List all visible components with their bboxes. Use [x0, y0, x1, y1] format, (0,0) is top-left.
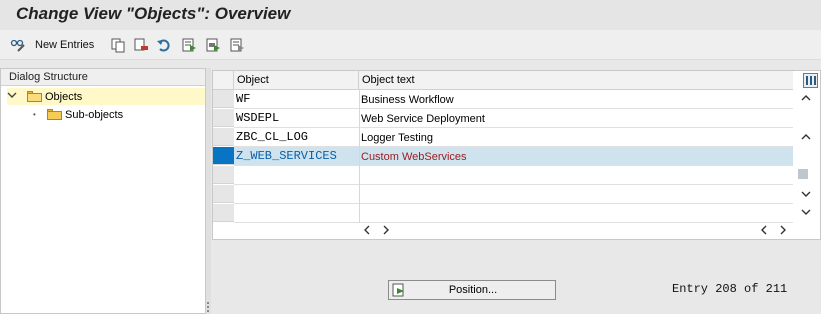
column-scroll-arrows-right[interactable] — [760, 224, 790, 238]
scroll-thumb[interactable] — [798, 169, 808, 179]
deselect-all-button[interactable] — [229, 36, 245, 54]
select-all-icon — [181, 37, 197, 53]
cell-object: Z_WEB_SERVICES — [236, 149, 337, 163]
copy-icon — [110, 37, 126, 53]
row-selector[interactable] — [213, 90, 234, 108]
cell-object: WSDEPL — [236, 111, 280, 125]
table-row[interactable]: WF Business Workflow — [234, 90, 794, 109]
grip-dot — [207, 306, 209, 308]
cell-object-text: Web Service Deployment — [361, 113, 485, 125]
tree-item-label: Sub-objects — [65, 108, 124, 121]
delete-icon — [133, 37, 149, 53]
folder-icon — [47, 109, 62, 120]
position-button[interactable]: Position... — [388, 280, 556, 300]
tree-item-objects[interactable]: Objects — [7, 88, 205, 105]
row-selector[interactable] — [213, 109, 234, 127]
row-selector[interactable] — [213, 166, 234, 184]
grip-dot — [207, 310, 209, 312]
column-header-object-text[interactable]: Object text — [359, 71, 794, 90]
copy-button[interactable] — [110, 36, 126, 54]
cell-object-text: Logger Testing — [361, 132, 433, 144]
row-selector[interactable] — [213, 185, 234, 203]
dialog-structure-panel: Dialog Structure Objects • Sub-objects — [0, 68, 206, 314]
cell-object: WF — [236, 92, 251, 106]
row-selector-header[interactable] — [213, 71, 234, 90]
column-scroll-arrows-left[interactable] — [363, 224, 393, 238]
select-block-button[interactable] — [205, 36, 221, 54]
tree-item-sub-objects[interactable]: • Sub-objects — [33, 106, 205, 123]
column-divider — [359, 90, 360, 223]
table-row-empty[interactable] — [234, 204, 794, 223]
scroll-up-icon[interactable] — [801, 132, 811, 144]
row-selector[interactable] — [213, 204, 234, 222]
new-entries-button[interactable]: New Entries — [10, 36, 94, 54]
cell-object-text: Custom WebServices — [361, 151, 467, 163]
undo-icon — [156, 37, 172, 53]
tree-item-label: Objects — [45, 90, 83, 103]
toolbar: New Entries — [0, 30, 821, 60]
entry-counter: Entry 208 of 211 — [672, 282, 788, 296]
grip-dot — [207, 302, 209, 304]
table-row[interactable]: ZBC_CL_LOG Logger Testing — [234, 128, 794, 147]
objects-table: Object Object text WF Business Workflow … — [212, 70, 821, 240]
position-button-label: Position... — [448, 284, 498, 296]
bullet-icon: • — [33, 110, 36, 119]
table-row[interactable]: WSDEPL Web Service Deployment — [234, 109, 794, 128]
scroll-down-icon[interactable] — [801, 189, 811, 201]
column-header-object[interactable]: Object — [234, 71, 359, 90]
dialog-structure-header: Dialog Structure — [1, 69, 205, 86]
cell-object-text: Business Workflow — [361, 94, 454, 106]
select-all-button[interactable] — [181, 36, 197, 54]
cell-object: ZBC_CL_LOG — [236, 130, 309, 144]
table-row-empty[interactable] — [234, 166, 794, 185]
deselect-all-icon — [229, 37, 245, 53]
pane-splitter[interactable] — [206, 68, 211, 314]
undo-button[interactable] — [156, 36, 172, 54]
scroll-up-icon[interactable] — [801, 93, 811, 105]
delete-button[interactable] — [133, 36, 149, 54]
new-entries-label: New Entries — [35, 39, 95, 51]
glasses-pencil-icon — [10, 37, 26, 53]
title-bar: Change View "Objects": Overview — [0, 0, 821, 30]
table-row-empty[interactable] — [234, 185, 794, 204]
page-title: Change View "Objects": Overview — [16, 4, 291, 23]
row-selector[interactable] — [213, 128, 234, 146]
table-settings-icon[interactable] — [803, 73, 818, 88]
vertical-scrollbar[interactable] — [793, 71, 820, 239]
scroll-down-icon[interactable] — [801, 207, 811, 219]
select-block-icon — [205, 37, 221, 53]
row-selector-selected[interactable] — [213, 147, 234, 165]
chevron-down-icon[interactable] — [7, 90, 21, 103]
folder-open-icon — [27, 91, 42, 102]
table-row-selected[interactable]: Z_WEB_SERVICES Custom WebServices — [234, 147, 794, 166]
